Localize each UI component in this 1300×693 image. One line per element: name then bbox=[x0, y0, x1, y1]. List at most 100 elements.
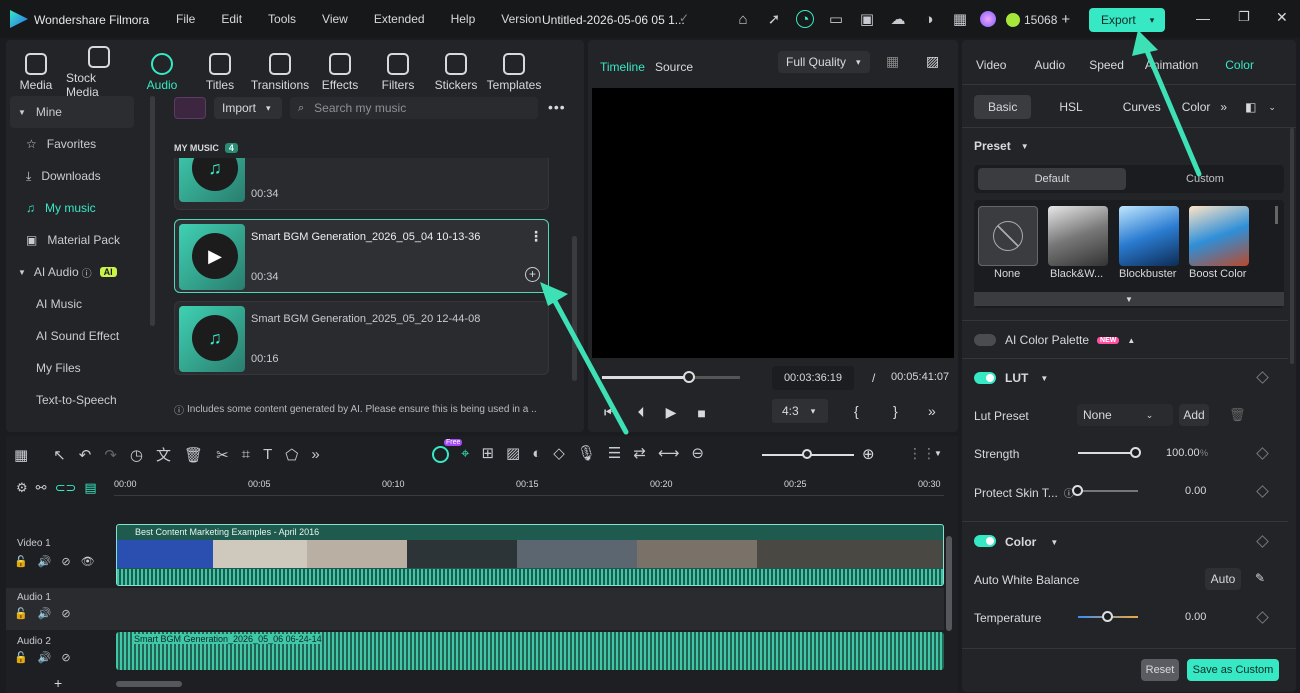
export-button[interactable]: Export ▾ bbox=[1089, 8, 1165, 32]
help-icon[interactable]: ⓘ bbox=[82, 265, 92, 280]
sidebar-item-ai-music[interactable]: AI Music bbox=[10, 288, 150, 320]
unlink-icon[interactable]: ⚯ bbox=[36, 480, 47, 496]
sidebar-item-material-pack[interactable]: ▣ Material Pack bbox=[10, 224, 150, 256]
tab-source[interactable]: Source bbox=[655, 60, 693, 74]
apps-icon[interactable]: ▦ bbox=[951, 10, 969, 28]
properties-scrollbar[interactable] bbox=[1290, 128, 1294, 364]
music-item[interactable]: ♫ Smart BGM Generation_2025_05_20 12-44-… bbox=[174, 301, 549, 375]
delete-icon[interactable]: 🗑 bbox=[1229, 407, 1246, 423]
auto-ripple-icon[interactable]: ▤ bbox=[84, 480, 96, 496]
preset-none[interactable] bbox=[978, 206, 1038, 266]
more-vertical-icon[interactable]: ⋮ bbox=[529, 228, 543, 245]
play-icon[interactable]: ▶ bbox=[666, 404, 677, 421]
snap-icon[interactable]: ⌖ bbox=[461, 445, 469, 462]
tool-transitions[interactable]: Transitions bbox=[250, 53, 310, 92]
preset-boost-color[interactable] bbox=[1189, 206, 1249, 266]
color-toggle[interactable] bbox=[974, 535, 996, 547]
tool-media[interactable]: Media bbox=[8, 53, 64, 92]
temperature-value[interactable]: 0.00 bbox=[1185, 611, 1206, 623]
lock-icon[interactable]: 🔓 bbox=[14, 555, 28, 568]
sidebar-scrollbar[interactable] bbox=[150, 96, 155, 326]
microphone-icon[interactable]: 🎙 bbox=[577, 444, 596, 462]
menu-extended[interactable]: Extended bbox=[374, 12, 425, 26]
zoom-in-icon[interactable]: ⊕ bbox=[862, 445, 875, 463]
menu-edit[interactable]: Edit bbox=[221, 12, 242, 26]
tool-filters[interactable]: Filters bbox=[370, 53, 426, 92]
library-icon-button[interactable] bbox=[174, 97, 206, 119]
more-options-icon[interactable]: ••• bbox=[548, 99, 566, 115]
audio-mixer-icon[interactable]: ☰ bbox=[608, 444, 621, 462]
replace-icon[interactable]: ⇄ bbox=[633, 444, 646, 462]
delete-icon[interactable]: 🗑 bbox=[184, 446, 203, 464]
headset-support-icon[interactable]: ◔ bbox=[796, 10, 814, 28]
fit-icon[interactable]: ⟷ bbox=[658, 444, 680, 462]
strength-slider[interactable] bbox=[1078, 452, 1136, 454]
tool-titles[interactable]: Titles bbox=[192, 53, 248, 92]
tab-timeline[interactable]: Timeline bbox=[600, 60, 645, 74]
track-layout-icon[interactable]: ⋮⋮ bbox=[908, 445, 936, 462]
lut-preset-dropdown[interactable]: None ⌄ bbox=[1077, 404, 1173, 426]
zoom-out-icon[interactable]: ⊖ bbox=[691, 444, 704, 462]
tab-color[interactable]: Color bbox=[1225, 58, 1254, 72]
subtab-hsl[interactable]: HSL bbox=[1059, 100, 1082, 114]
mute-icon[interactable]: ⊘ bbox=[61, 555, 70, 568]
tool-audio[interactable]: Audio bbox=[134, 53, 190, 92]
more-tools-icon[interactable]: » bbox=[311, 446, 319, 463]
color-header[interactable]: Color ▼ bbox=[1005, 535, 1058, 549]
export-dropdown-icon[interactable]: ▾ bbox=[1150, 15, 1155, 26]
import-dropdown[interactable]: Import ▾ bbox=[214, 97, 282, 119]
sidebar-item-favorites[interactable]: ☆ Favorites bbox=[10, 128, 150, 160]
lock-icon[interactable]: 🔓 bbox=[14, 607, 28, 620]
menu-view[interactable]: View bbox=[322, 12, 348, 26]
send-icon[interactable]: ➚ bbox=[765, 10, 783, 28]
more-subtabs-icon[interactable]: » bbox=[1220, 100, 1227, 114]
more-controls-icon[interactable]: » bbox=[928, 403, 936, 419]
layout-icon[interactable]: ▭ bbox=[827, 10, 845, 28]
image-icon[interactable]: ▨ bbox=[506, 444, 520, 462]
preset-default-button[interactable]: Default bbox=[978, 168, 1126, 190]
reset-button[interactable]: Reset bbox=[1141, 659, 1179, 681]
auto-beat-icon[interactable]: ◐ bbox=[532, 445, 541, 462]
shield-icon[interactable]: ◇ bbox=[553, 444, 565, 462]
ai-palette-toggle[interactable] bbox=[974, 334, 996, 346]
volume-icon[interactable]: 🔊 bbox=[38, 555, 52, 568]
menu-file[interactable]: File bbox=[176, 12, 195, 26]
timeline-hscroll[interactable] bbox=[116, 681, 182, 687]
cloud-upload-icon[interactable]: ☁ bbox=[889, 10, 907, 28]
mute-icon[interactable]: ⊘ bbox=[61, 651, 70, 664]
strength-value[interactable]: 100.00 bbox=[1166, 447, 1200, 459]
tab-speed[interactable]: Speed bbox=[1089, 58, 1124, 72]
text-icon[interactable]: T bbox=[263, 446, 272, 463]
temperature-knob[interactable] bbox=[1102, 611, 1113, 622]
grid-icon[interactable]: ▦ bbox=[886, 53, 899, 70]
save-icon[interactable]: ▣ bbox=[858, 10, 876, 28]
shape-icon[interactable]: ⬠ bbox=[285, 446, 298, 464]
add-credits-icon[interactable]: + bbox=[1061, 11, 1070, 28]
layout-grid-icon[interactable]: ▦ bbox=[14, 446, 28, 464]
save-as-custom-button[interactable]: Save as Custom bbox=[1187, 659, 1279, 681]
music-item[interactable]: ♫ 00:34 bbox=[174, 158, 549, 210]
skip-back-icon[interactable]: ⏮ bbox=[604, 404, 617, 421]
tab-video[interactable]: Video bbox=[976, 58, 1006, 72]
preset-scrollbar[interactable] bbox=[1275, 206, 1278, 224]
preset-black-white[interactable] bbox=[1048, 206, 1108, 266]
minimize-icon[interactable]: — bbox=[1196, 10, 1210, 26]
aspect-ratio-dropdown[interactable]: 4:3 ▾ bbox=[772, 399, 828, 423]
select-tool-icon[interactable]: ↖ bbox=[53, 446, 66, 464]
translate-icon[interactable]: 文 bbox=[156, 444, 171, 465]
tab-audio[interactable]: Audio bbox=[1034, 58, 1065, 72]
tool-templates[interactable]: Templates bbox=[486, 53, 542, 92]
support-icon[interactable]: ◑ bbox=[920, 10, 938, 28]
library-scrollbar[interactable] bbox=[572, 236, 577, 381]
ai-color-palette-row[interactable]: AI Color Palette NEW ▲ bbox=[1005, 333, 1135, 347]
sidebar-item-text-to-speech[interactable]: Text-to-Speech bbox=[10, 384, 150, 416]
menu-version[interactable]: Version bbox=[501, 12, 541, 26]
preset-custom-button[interactable]: Custom bbox=[1130, 168, 1280, 190]
add-track-icon[interactable]: + bbox=[54, 675, 62, 691]
quality-dropdown[interactable]: Full Quality ▾ bbox=[778, 51, 870, 73]
mark-out-icon[interactable]: } bbox=[893, 403, 898, 419]
auto-button[interactable]: Auto bbox=[1205, 568, 1241, 590]
split-icon[interactable]: ✂ bbox=[216, 446, 229, 464]
mark-in-icon[interactable]: { bbox=[854, 403, 859, 419]
timeline-vscroll[interactable] bbox=[946, 536, 952, 631]
